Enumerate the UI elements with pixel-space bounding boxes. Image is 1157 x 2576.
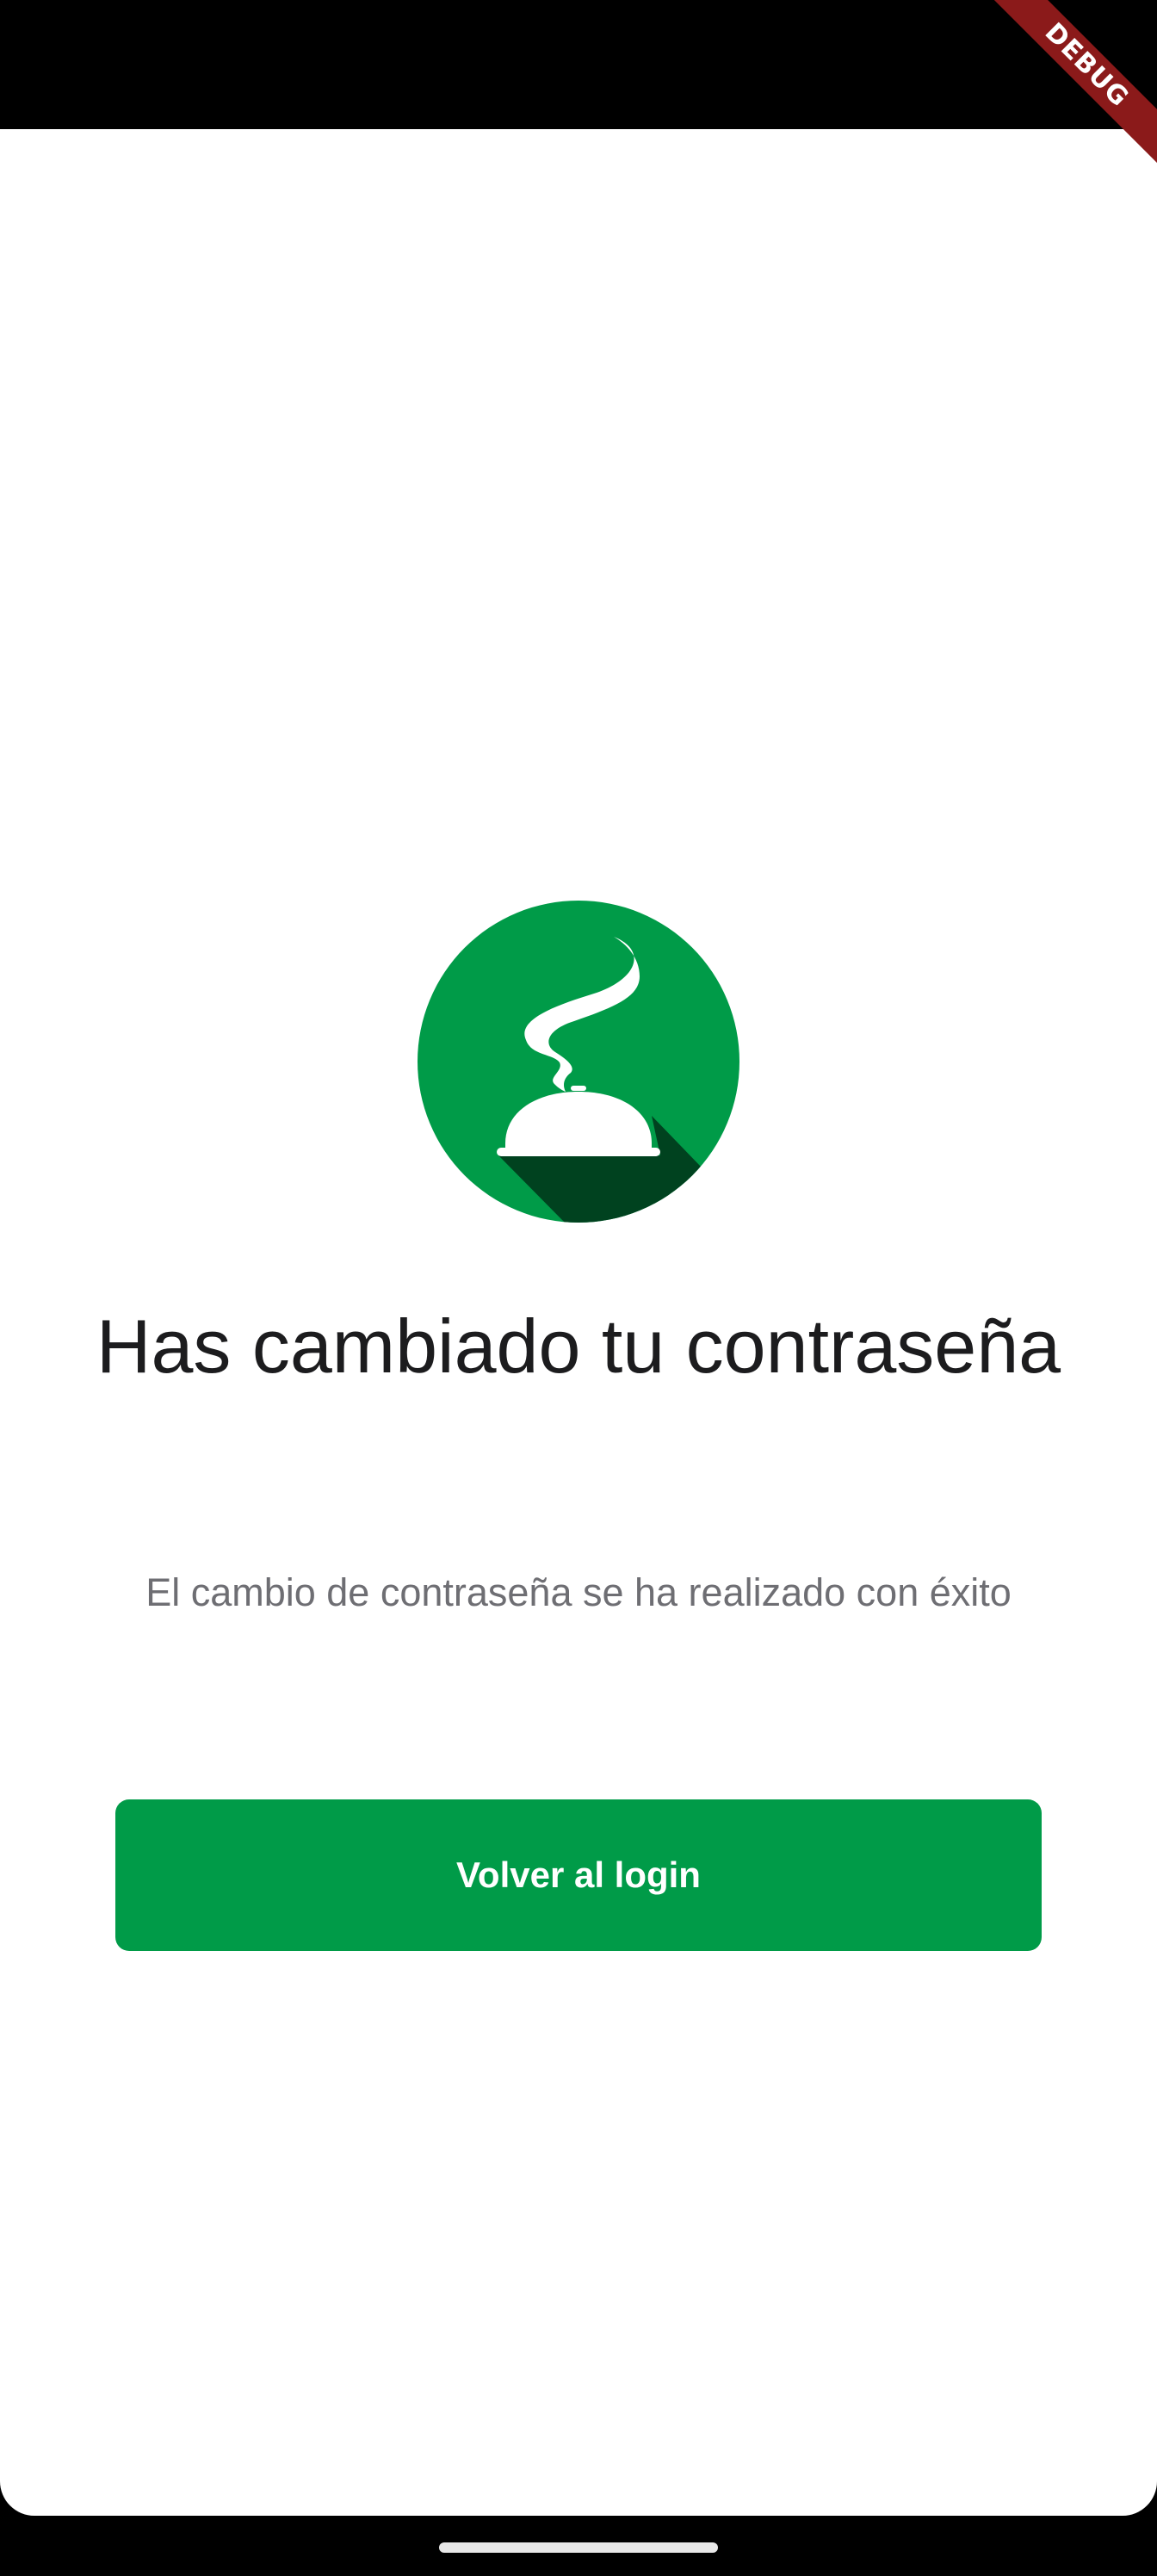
food-cloche-icon: [418, 901, 739, 1223]
status-bar: [0, 0, 1157, 129]
page-title: Has cambiado tu contraseña: [96, 1303, 1061, 1389]
home-indicator[interactable]: [439, 2542, 718, 2553]
back-to-login-button[interactable]: Volver al login: [115, 1799, 1042, 1951]
success-message: El cambio de contraseña se ha realizado …: [145, 1570, 1012, 1614]
